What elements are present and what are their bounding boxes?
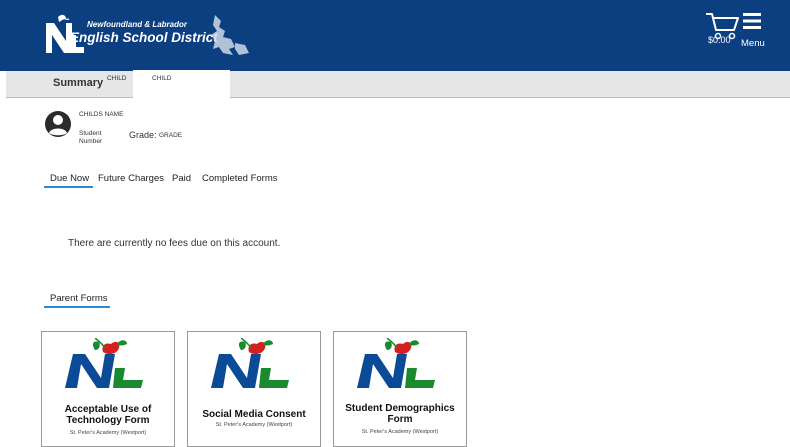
form-school: St. Peter's Academy (Westport)	[361, 429, 439, 435]
child-tab-strip: Summary CHILD CHILD	[6, 70, 790, 98]
menu-label[interactable]: Menu	[741, 38, 765, 49]
tab-due-now[interactable]: Due Now	[50, 173, 89, 184]
form-card-acceptable-use[interactable]: Acceptable Use of Technology Form St. Pe…	[41, 331, 175, 447]
form-card-social-media[interactable]: Social Media Consent St. Peter's Academy…	[187, 331, 321, 447]
logo-line2: English School District	[70, 30, 218, 45]
form-title: Social Media Consent	[202, 409, 306, 420]
tab-paid[interactable]: Paid	[172, 173, 191, 184]
page: Newfoundland & Labrador English School D…	[0, 0, 790, 447]
tab-summary[interactable]: Summary	[53, 77, 103, 89]
parent-forms-underline	[44, 306, 110, 308]
nl-district-logo-icon	[65, 338, 143, 388]
province-map-icon	[211, 15, 249, 55]
tab-child-2-label: CHILD	[152, 75, 172, 82]
cart-amount[interactable]: $0.00	[708, 35, 731, 45]
parent-forms-heading: Parent Forms	[50, 293, 108, 304]
tab-child-2[interactable]: CHILD	[133, 70, 230, 98]
district-logo[interactable]: Newfoundland & Labrador English School D…	[44, 13, 254, 59]
hamburger-menu-icon[interactable]	[743, 13, 761, 29]
form-card-student-demographics[interactable]: Student Demographics Form St. Peter's Ac…	[333, 331, 467, 447]
student-number-label: Student Number	[79, 130, 103, 145]
form-school: St. Peter's Academy (Westport)	[69, 430, 147, 436]
no-fees-message: There are currently no fees due on this …	[68, 238, 281, 249]
nl-district-logo-icon	[211, 338, 289, 388]
child-name: CHILDS NAME	[79, 111, 124, 118]
grade-value: GRADE	[159, 132, 183, 139]
tab-future-charges[interactable]: Future Charges	[98, 173, 164, 184]
grade-label: Grade:	[129, 130, 157, 140]
form-title: Acceptable Use of Technology Form	[64, 404, 152, 426]
form-school: St. Peter's Academy (Westport)	[215, 422, 293, 428]
active-tab-underline	[44, 186, 93, 188]
avatar-icon	[45, 111, 71, 137]
tab-child-1[interactable]: CHILD	[107, 75, 127, 82]
site-header: Newfoundland & Labrador English School D…	[0, 0, 790, 71]
nl-district-logo-icon	[357, 338, 435, 388]
logo-line1: Newfoundland & Labrador	[87, 20, 187, 29]
tab-completed-forms[interactable]: Completed Forms	[202, 173, 278, 184]
form-title: Student Demographics Form	[345, 403, 455, 425]
